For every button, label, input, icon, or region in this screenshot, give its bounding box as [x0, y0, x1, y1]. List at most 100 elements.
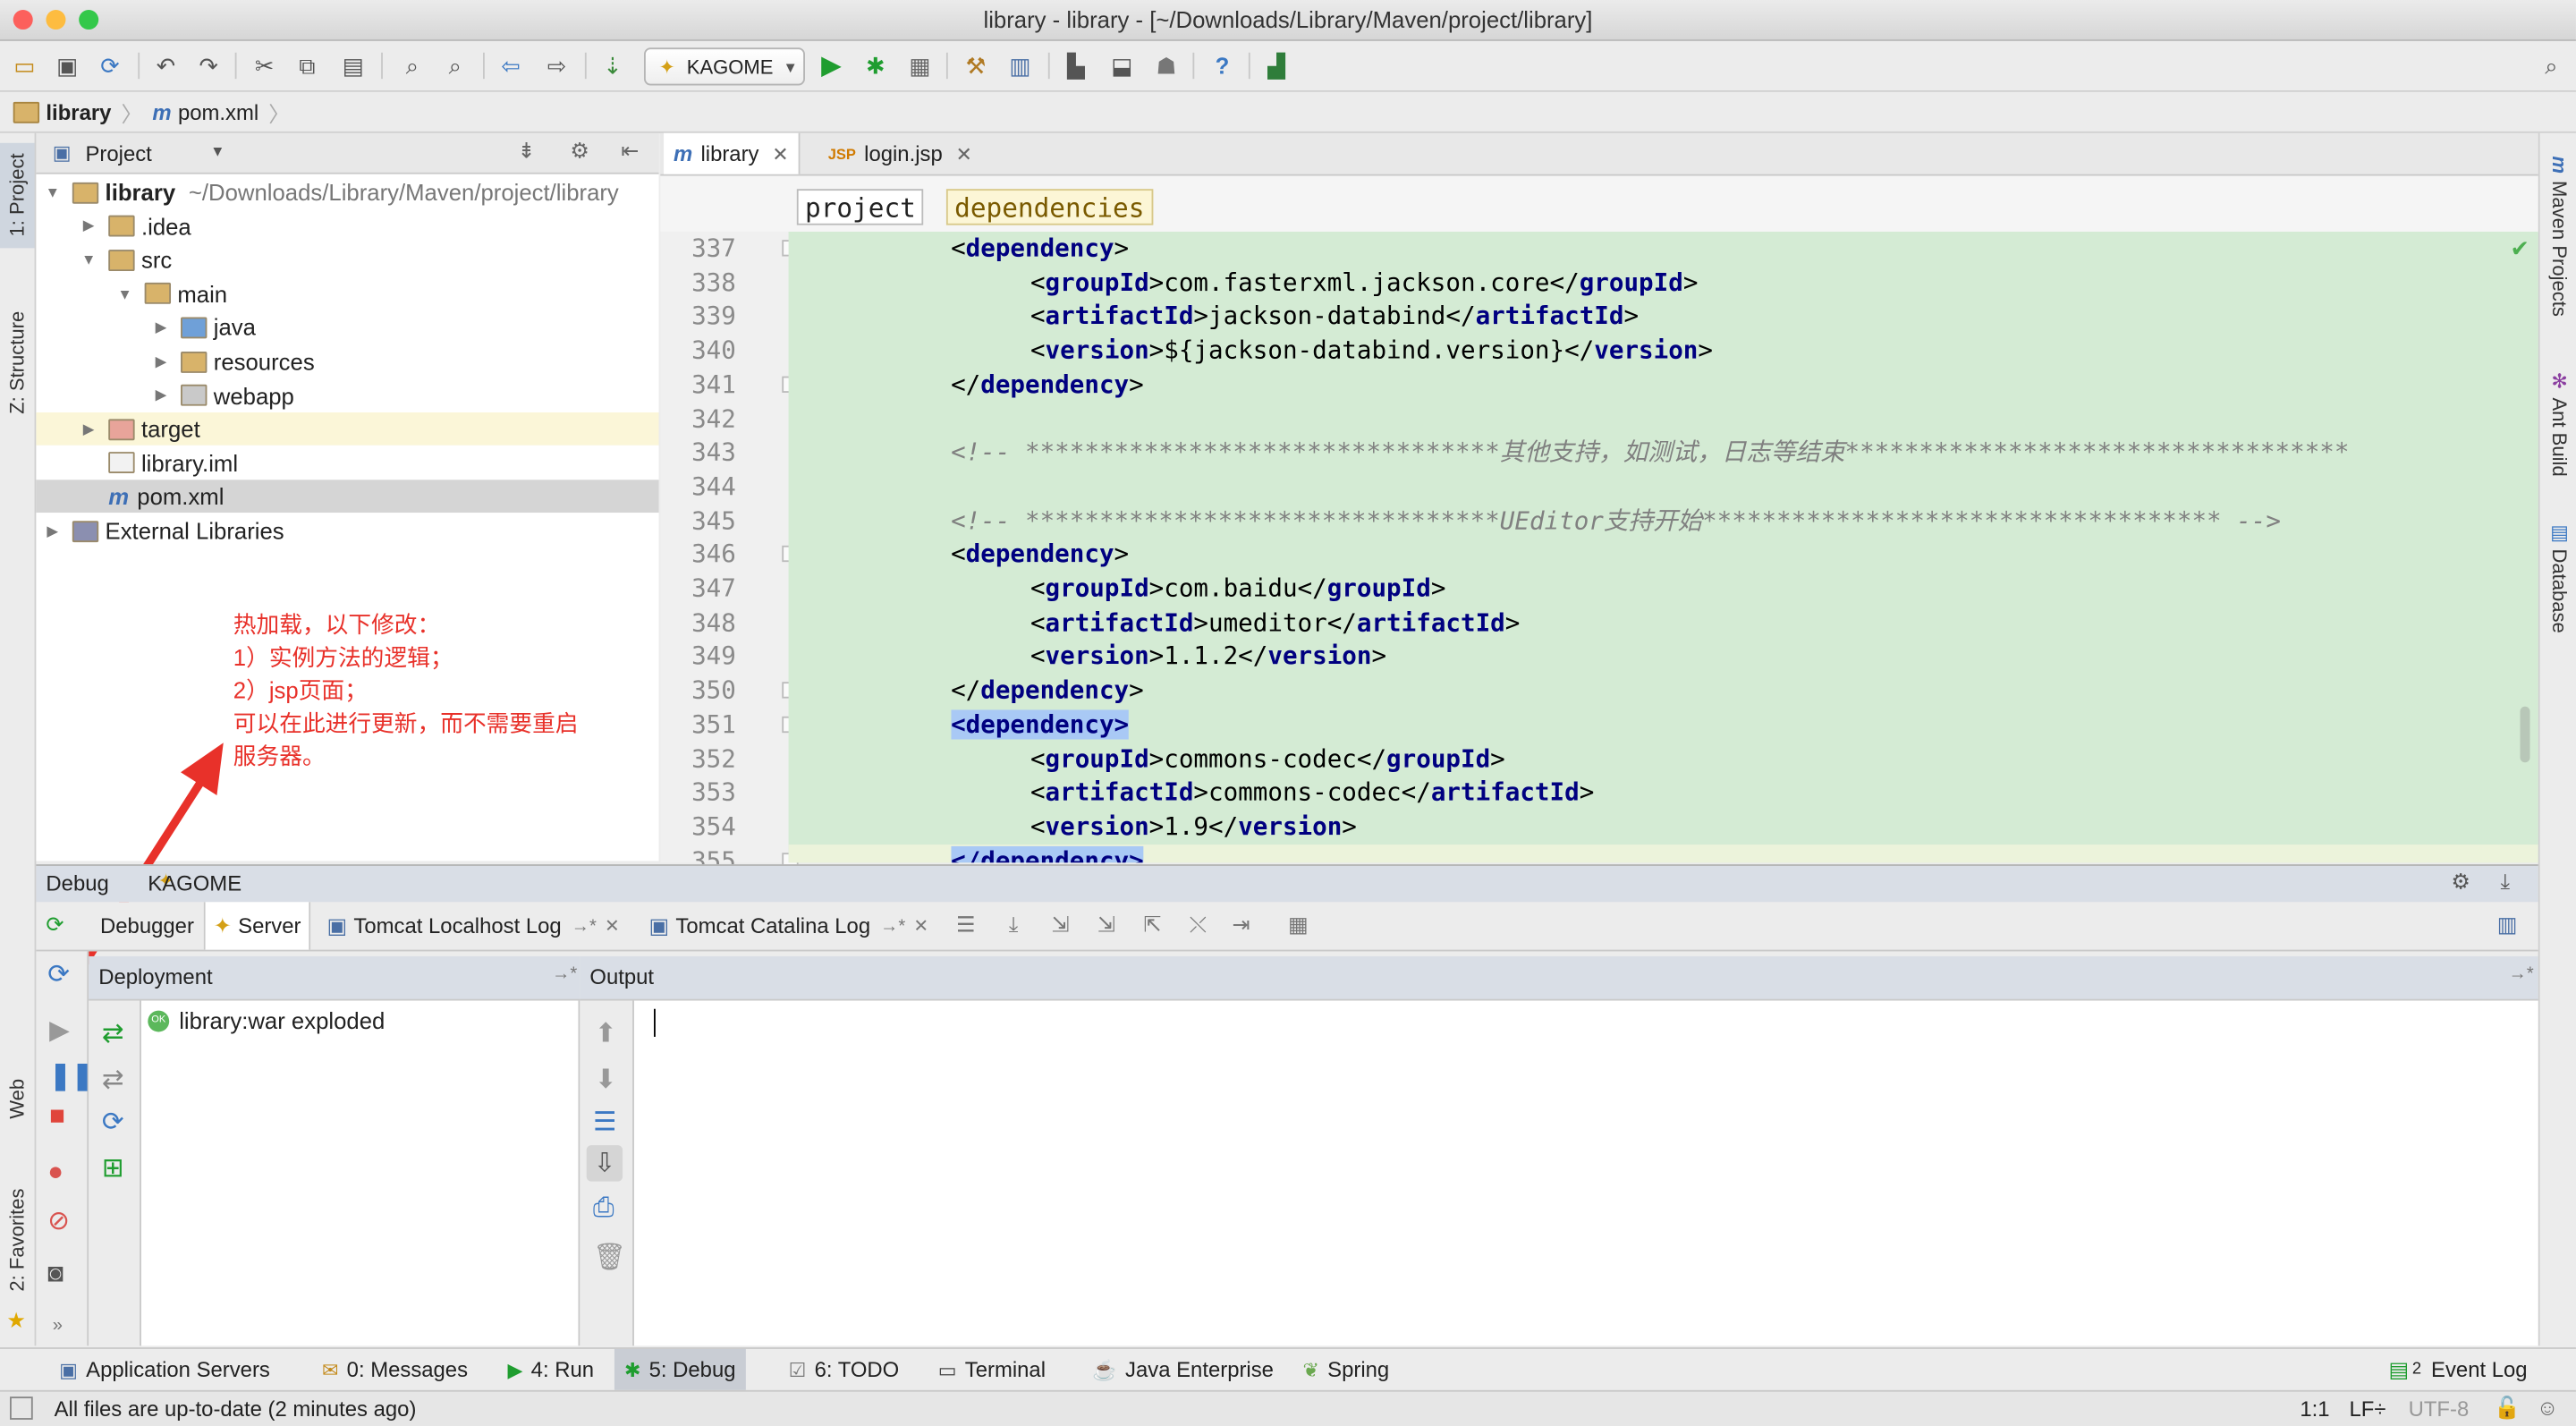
- structure-icon[interactable]: ▥: [1005, 51, 1035, 81]
- trash-icon[interactable]: 🗑: [593, 1241, 626, 1274]
- code-area[interactable]: <dependency> <groupId>com.fasterxml.jacks…: [788, 231, 2538, 863]
- tab-debugger[interactable]: Debugger: [92, 902, 202, 949]
- bottom-tab-terminal[interactable]: ▭ Terminal: [928, 1349, 1055, 1390]
- tab-project[interactable]: 1: Project: [0, 142, 35, 249]
- collapsed-arrow-icon[interactable]: ▶: [151, 386, 171, 404]
- tree-item[interactable]: library.iml: [36, 446, 658, 480]
- bottom-tab-java-enterprise[interactable]: ☕ Java Enterprise: [1082, 1349, 1284, 1390]
- bottom-tab-6-todo[interactable]: ☑ 6: TODO: [779, 1349, 910, 1390]
- view-breakpoints-icon[interactable]: ●: [47, 1159, 64, 1188]
- pause-icon[interactable]: ❚❚: [49, 1060, 93, 1093]
- debug-icon[interactable]: ✱: [860, 51, 890, 81]
- tree-item[interactable]: ▼ library ~/Downloads/Library/Maven/projec…: [36, 176, 658, 209]
- force-step-into-icon[interactable]: ⇲: [1097, 912, 1115, 938]
- close-icon[interactable]: ✕: [772, 142, 788, 166]
- forward-icon[interactable]: ⇨: [542, 51, 572, 81]
- settings-icon[interactable]: ⚒: [961, 51, 990, 81]
- close-icon[interactable]: ✕: [605, 915, 620, 937]
- redo-icon[interactable]: ↷: [194, 51, 224, 81]
- step-over-icon[interactable]: ⤓: [1009, 912, 1019, 938]
- undeploy-icon[interactable]: ⇄: [102, 1063, 124, 1096]
- coverage-icon[interactable]: ▦: [905, 51, 935, 81]
- hide-pane-icon[interactable]: ⇤: [621, 138, 639, 164]
- line-separator[interactable]: LF÷: [2349, 1396, 2385, 1422]
- tab-structure[interactable]: Z: Structure: [0, 297, 35, 429]
- print-icon[interactable]: ⎙: [593, 1194, 614, 1224]
- cut-icon[interactable]: ✂: [250, 51, 279, 81]
- search-icon[interactable]: ⌕: [2537, 51, 2566, 81]
- bottom-tab-4-run[interactable]: ▶ 4: Run: [498, 1349, 605, 1390]
- tree-item[interactable]: ▶ webapp: [36, 379, 658, 412]
- nav-crumb-file[interactable]: pom.xml: [178, 100, 258, 125]
- rerun-icon[interactable]: ⟳: [46, 912, 64, 938]
- project-view-select[interactable]: Project: [86, 141, 152, 166]
- pin-icon[interactable]: →*: [880, 916, 905, 936]
- tab-maven-projects[interactable]: m Maven Projects: [2543, 156, 2576, 336]
- step-out-icon[interactable]: ⇱: [1143, 912, 1161, 938]
- collapsed-arrow-icon[interactable]: ▶: [151, 318, 171, 336]
- deploy-all-icon[interactable]: ⇄: [102, 1017, 124, 1050]
- tree-item[interactable]: ▶ resources: [36, 345, 658, 378]
- update-app-icon[interactable]: ⟳: [47, 958, 70, 991]
- tree-item[interactable]: ▶ java: [36, 311, 658, 344]
- pin-icon[interactable]: →*: [572, 916, 597, 936]
- down-icon[interactable]: ⬇: [595, 1063, 617, 1096]
- deploy-icon[interactable]: ⊞: [102, 1152, 124, 1185]
- bottom-tab-0-messages[interactable]: ✉ 0: Messages: [312, 1349, 478, 1390]
- undo-icon[interactable]: ↶: [151, 51, 181, 81]
- help-icon[interactable]: ?: [1208, 51, 1237, 81]
- hide-icon[interactable]: ⤓: [2500, 870, 2510, 895]
- crumb-dependencies[interactable]: dependencies: [945, 189, 1153, 225]
- open-icon[interactable]: ▭: [10, 51, 39, 81]
- tree-item[interactable]: ▼ main: [36, 277, 658, 310]
- pin-icon[interactable]: →*: [552, 964, 577, 984]
- replace-icon[interactable]: ⌕: [440, 51, 470, 81]
- tree-item[interactable]: ▶ External Libraries: [36, 514, 658, 547]
- drop-frame-icon[interactable]: ⤬: [1190, 912, 1207, 938]
- stop-icon[interactable]: ■: [49, 1102, 65, 1132]
- mute-breakpoints-icon[interactable]: ⊘: [47, 1204, 70, 1237]
- output-console[interactable]: [633, 1000, 2538, 1346]
- find-icon[interactable]: ⌕: [397, 51, 427, 81]
- android-icon[interactable]: ☗: [1152, 51, 1182, 81]
- tab-web[interactable]: Web: [0, 1066, 35, 1132]
- make-icon[interactable]: ⇣: [598, 51, 628, 81]
- chevron-down-icon[interactable]: ▼: [210, 143, 225, 159]
- layout-icon[interactable]: ▥: [2497, 912, 2518, 938]
- evaluate-icon[interactable]: ▦: [1288, 912, 1309, 938]
- bottom-tab-5-debug[interactable]: ✱ 5: Debug: [614, 1348, 746, 1390]
- soft-wrap-icon[interactable]: ☰: [593, 1106, 616, 1139]
- gear-icon[interactable]: ⚙: [570, 138, 589, 164]
- inspector-icon[interactable]: ☺: [2537, 1395, 2558, 1420]
- bottom-tab-application-servers[interactable]: ▣ Application Servers: [49, 1349, 280, 1390]
- tool-windows-icon[interactable]: [10, 1396, 33, 1420]
- tab-favorites[interactable]: 2: Favorites: [0, 1178, 35, 1303]
- collapsed-arrow-icon[interactable]: ▶: [79, 217, 98, 235]
- expanded-arrow-icon[interactable]: ▼: [79, 251, 98, 267]
- sdk-icon[interactable]: ▙: [1062, 51, 1091, 81]
- crumb-project[interactable]: project: [796, 189, 925, 225]
- camera-icon[interactable]: ◙: [47, 1260, 64, 1290]
- up-icon[interactable]: ⬆: [595, 1017, 617, 1050]
- avd-icon[interactable]: ⬓: [1107, 51, 1137, 81]
- step-into-icon[interactable]: ⇲: [1051, 912, 1069, 938]
- tree-item[interactable]: ▶ .idea: [36, 209, 658, 242]
- tab-library[interactable]: m library ✕: [664, 132, 801, 174]
- refresh-icon[interactable]: ⟳: [102, 1106, 124, 1139]
- deployment-item[interactable]: OK library:war exploded: [148, 1007, 385, 1033]
- vcs-icon[interactable]: ▟: [1262, 51, 1292, 81]
- more-icon[interactable]: »: [53, 1316, 63, 1336]
- nav-crumb-project[interactable]: library: [46, 100, 111, 125]
- tab-login-jsp[interactable]: JSP login.jsp ✕: [818, 133, 982, 174]
- pin-icon[interactable]: →*: [2509, 964, 2534, 984]
- close-icon[interactable]: ✕: [913, 915, 928, 937]
- tree-item[interactable]: ▶ target: [36, 412, 659, 446]
- close-icon[interactable]: ✕: [955, 142, 971, 166]
- event-log-button[interactable]: ▤ 2 Event Log: [2379, 1349, 2538, 1390]
- expanded-arrow-icon[interactable]: ▼: [115, 285, 135, 301]
- back-icon[interactable]: ⇦: [496, 51, 526, 81]
- show-execution-point-icon[interactable]: ☰: [956, 912, 975, 938]
- save-icon[interactable]: ▣: [53, 51, 82, 81]
- tab-server[interactable]: ✦ Server: [203, 902, 311, 950]
- tab-ant-build[interactable]: ✻ Ant Build: [2543, 369, 2576, 485]
